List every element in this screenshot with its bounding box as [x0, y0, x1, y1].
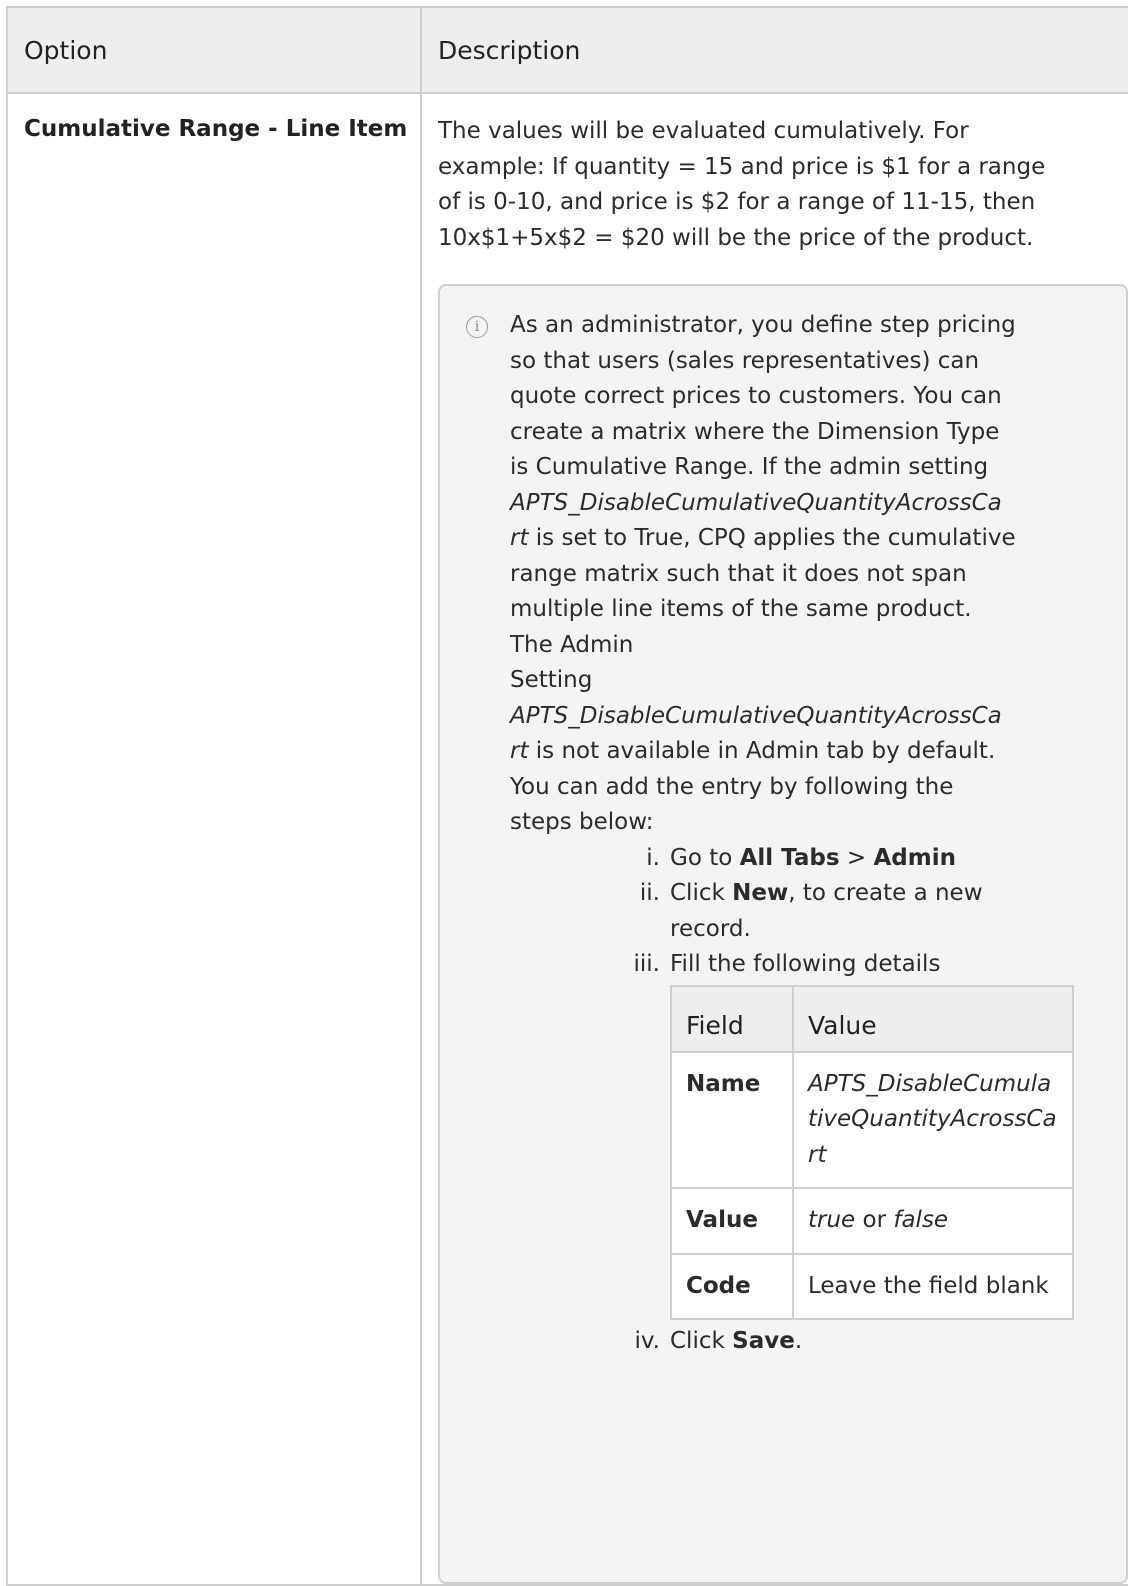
- options-table: Option Description Cumulative Range - Li…: [6, 6, 1128, 1586]
- description-text: The values will be evaluated cumulativel…: [438, 114, 1114, 256]
- steps-list-continued: iv. Click Save.: [510, 1324, 1106, 1360]
- description-line: 10x$1+5x$2 = $20 will be the price of th…: [438, 224, 1034, 251]
- step-text: Click New, to create a new: [670, 876, 1106, 912]
- note-line: The Admin: [510, 631, 634, 658]
- note-line: As an administrator, you define step pri…: [510, 312, 1016, 338]
- step-text-span: Click: [670, 880, 733, 906]
- note-text-span: is set to True, CPQ applies the cumulati…: [528, 525, 1016, 551]
- note-line: steps below:: [510, 809, 654, 835]
- settings-table: Field Value Name APTS_DisableCumulativeQ…: [670, 984, 1074, 1321]
- header-value: Value: [792, 984, 1074, 1053]
- step-number: iv.: [634, 1328, 660, 1354]
- step-bold: All Tabs: [739, 844, 840, 871]
- step-item: i. Go to All Tabs > Admin: [510, 841, 1106, 877]
- note-text-span: is not available in Admin tab by default…: [528, 738, 996, 764]
- description-line: of is 0-10, and price is $2 for a range …: [438, 189, 1036, 215]
- setting-name: APTS_DisableCumulativeQuantityAcrossCa: [510, 489, 1002, 516]
- step-number: i.: [646, 844, 660, 871]
- field-value: APTS_DisableCumulativeQuantityAcrossCart: [792, 1050, 1074, 1189]
- step-text-span: .: [794, 1328, 803, 1354]
- step-item: ii. Click New, to create a new record.: [510, 876, 1106, 947]
- info-icon: i: [466, 316, 488, 338]
- header-option: Option: [6, 6, 422, 94]
- field-name: Code: [670, 1252, 794, 1320]
- step-text-span: Go to: [670, 844, 740, 871]
- table-row: Code Leave the field blank: [670, 1252, 1074, 1320]
- table-row: Value true or false: [670, 1187, 1074, 1255]
- step-text-span: Click: [670, 1328, 733, 1354]
- setting-name-end: rt: [510, 738, 529, 764]
- description-line: example: If quantity = 15 and price is $…: [438, 153, 1046, 180]
- step-number: iii.: [633, 951, 660, 977]
- step-item: iii. Fill the following details: [510, 947, 1106, 983]
- note-line: APTS_DisableCumulativeQuantityAcrossCa: [510, 699, 1106, 735]
- note-line: create a matrix where the Dimension Type: [510, 418, 1000, 445]
- step-text-span: , to create a new: [788, 880, 983, 906]
- value-or: or: [855, 1207, 894, 1233]
- note-line: quote correct prices to customers. You c…: [510, 383, 1002, 409]
- steps-list: i. Go to All Tabs > Admin ii. Click New,…: [510, 841, 1106, 983]
- step-bold: New: [732, 880, 789, 906]
- description-line: The values will be evaluated cumulativel…: [438, 118, 969, 144]
- step-text-span: >: [839, 844, 874, 871]
- step-text: Click Save.: [670, 1324, 1106, 1360]
- info-note-panel: i As an administrator, you define step p…: [438, 284, 1128, 1584]
- note-line: range matrix such that it does not span: [510, 560, 967, 587]
- field-name: Name: [670, 1050, 794, 1189]
- option-cell: Cumulative Range - Line Item: [6, 92, 422, 1586]
- step-text: Fill the following details: [670, 951, 941, 977]
- setting-name: APTS_DisableCumulativeQuantityAcrossCa: [510, 702, 1002, 729]
- field-value: true or false: [792, 1187, 1074, 1255]
- step-item: iv. Click Save.: [510, 1324, 1106, 1360]
- document-page: Option Description Cumulative Range - Li…: [0, 0, 1128, 1586]
- value-false: false: [893, 1207, 949, 1233]
- field-value: Leave the field blank: [792, 1252, 1074, 1320]
- step-number: ii.: [639, 880, 660, 906]
- table-row: Name APTS_DisableCumulativeQuantityAcros…: [670, 1050, 1074, 1189]
- note-line: so that users (sales representatives) ca…: [510, 347, 980, 374]
- settings-header-row: Field Value: [670, 984, 1074, 1053]
- note-line: rt is set to True, CPQ applies the cumul…: [510, 521, 1106, 557]
- header-description: Description: [420, 6, 1128, 94]
- table-header-row: Option Description: [6, 6, 1128, 94]
- header-field: Field: [670, 984, 794, 1053]
- note-line: multiple line items of the same product.: [510, 596, 972, 622]
- value-true: true: [808, 1207, 856, 1233]
- table-row: Cumulative Range - Line Item The values …: [6, 92, 1128, 1586]
- note-text: As an administrator, you define step pri…: [510, 308, 1106, 841]
- setting-value: APTS_DisableCumulativeQuantityAcrossCart: [808, 1070, 1057, 1168]
- field-name: Value: [670, 1187, 794, 1255]
- description-cell: The values will be evaluated cumulativel…: [420, 92, 1128, 1586]
- note-line: is Cumulative Range. If the admin settin…: [510, 454, 989, 480]
- note-line: You can add the entry by following the: [510, 773, 954, 800]
- step-bold: Admin: [873, 844, 957, 871]
- note-line: Setting: [510, 667, 593, 693]
- step-bold: Save: [732, 1328, 795, 1354]
- note-line: rt is not available in Admin tab by defa…: [510, 734, 1106, 770]
- setting-name-end: rt: [510, 525, 529, 551]
- step-text: Go to All Tabs > Admin: [670, 841, 1106, 877]
- step-text-continued: record.: [670, 915, 751, 942]
- note-line: APTS_DisableCumulativeQuantityAcrossCa: [510, 486, 1106, 522]
